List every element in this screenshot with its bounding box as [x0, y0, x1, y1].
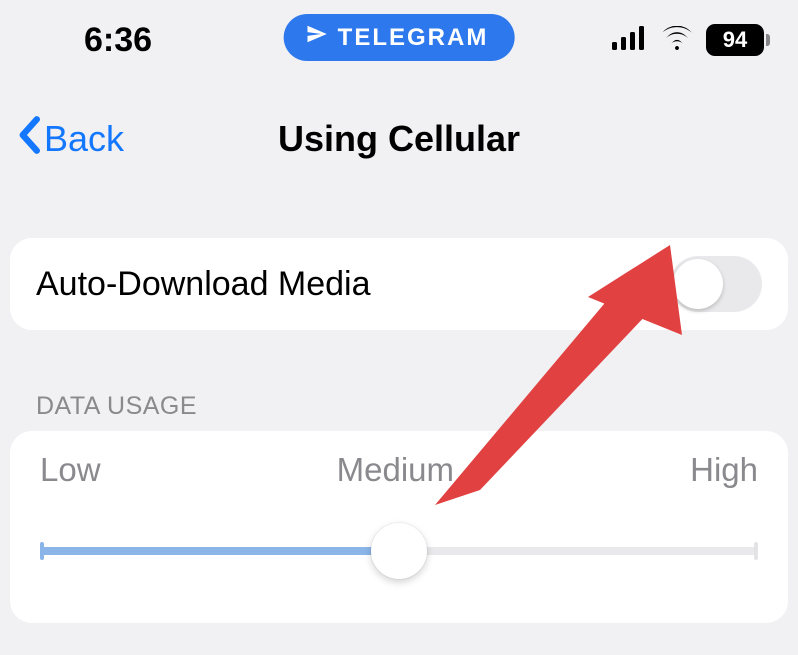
- slider-labels: Low Medium High: [40, 451, 758, 489]
- wifi-icon: [660, 26, 694, 55]
- battery-indicator: 94: [706, 24, 770, 56]
- auto-download-label: Auto-Download Media: [36, 265, 371, 304]
- nav-bar: Back Using Cellular: [0, 104, 798, 174]
- slider-tick-right: [754, 542, 758, 560]
- app-pill-label: TELEGRAM: [338, 24, 489, 52]
- status-right: 94: [612, 24, 770, 56]
- slider-label-medium: Medium: [337, 451, 454, 489]
- slider-label-low: Low: [40, 451, 101, 489]
- back-button[interactable]: Back: [18, 116, 124, 163]
- chevron-left-icon: [18, 116, 40, 163]
- auto-download-row[interactable]: Auto-Download Media: [36, 238, 762, 330]
- cellular-signal-icon: [612, 26, 648, 55]
- toggle-knob: [673, 259, 723, 309]
- status-time: 6:36: [28, 21, 152, 60]
- data-usage-slider[interactable]: [40, 523, 758, 579]
- app-pill[interactable]: TELEGRAM: [284, 14, 515, 61]
- auto-download-group: Auto-Download Media: [10, 238, 788, 330]
- paper-plane-icon: [306, 23, 328, 52]
- battery-level: 94: [706, 24, 764, 56]
- data-usage-header: DATA USAGE: [36, 392, 798, 421]
- status-bar: 6:36 TELEGRAM 94: [0, 0, 798, 80]
- slider-fill: [40, 547, 399, 555]
- slider-label-high: High: [690, 451, 758, 489]
- page-title: Using Cellular: [278, 118, 520, 160]
- data-usage-group: Low Medium High: [10, 431, 788, 623]
- slider-thumb[interactable]: [371, 523, 427, 579]
- back-label: Back: [44, 118, 124, 160]
- auto-download-toggle[interactable]: [670, 256, 762, 312]
